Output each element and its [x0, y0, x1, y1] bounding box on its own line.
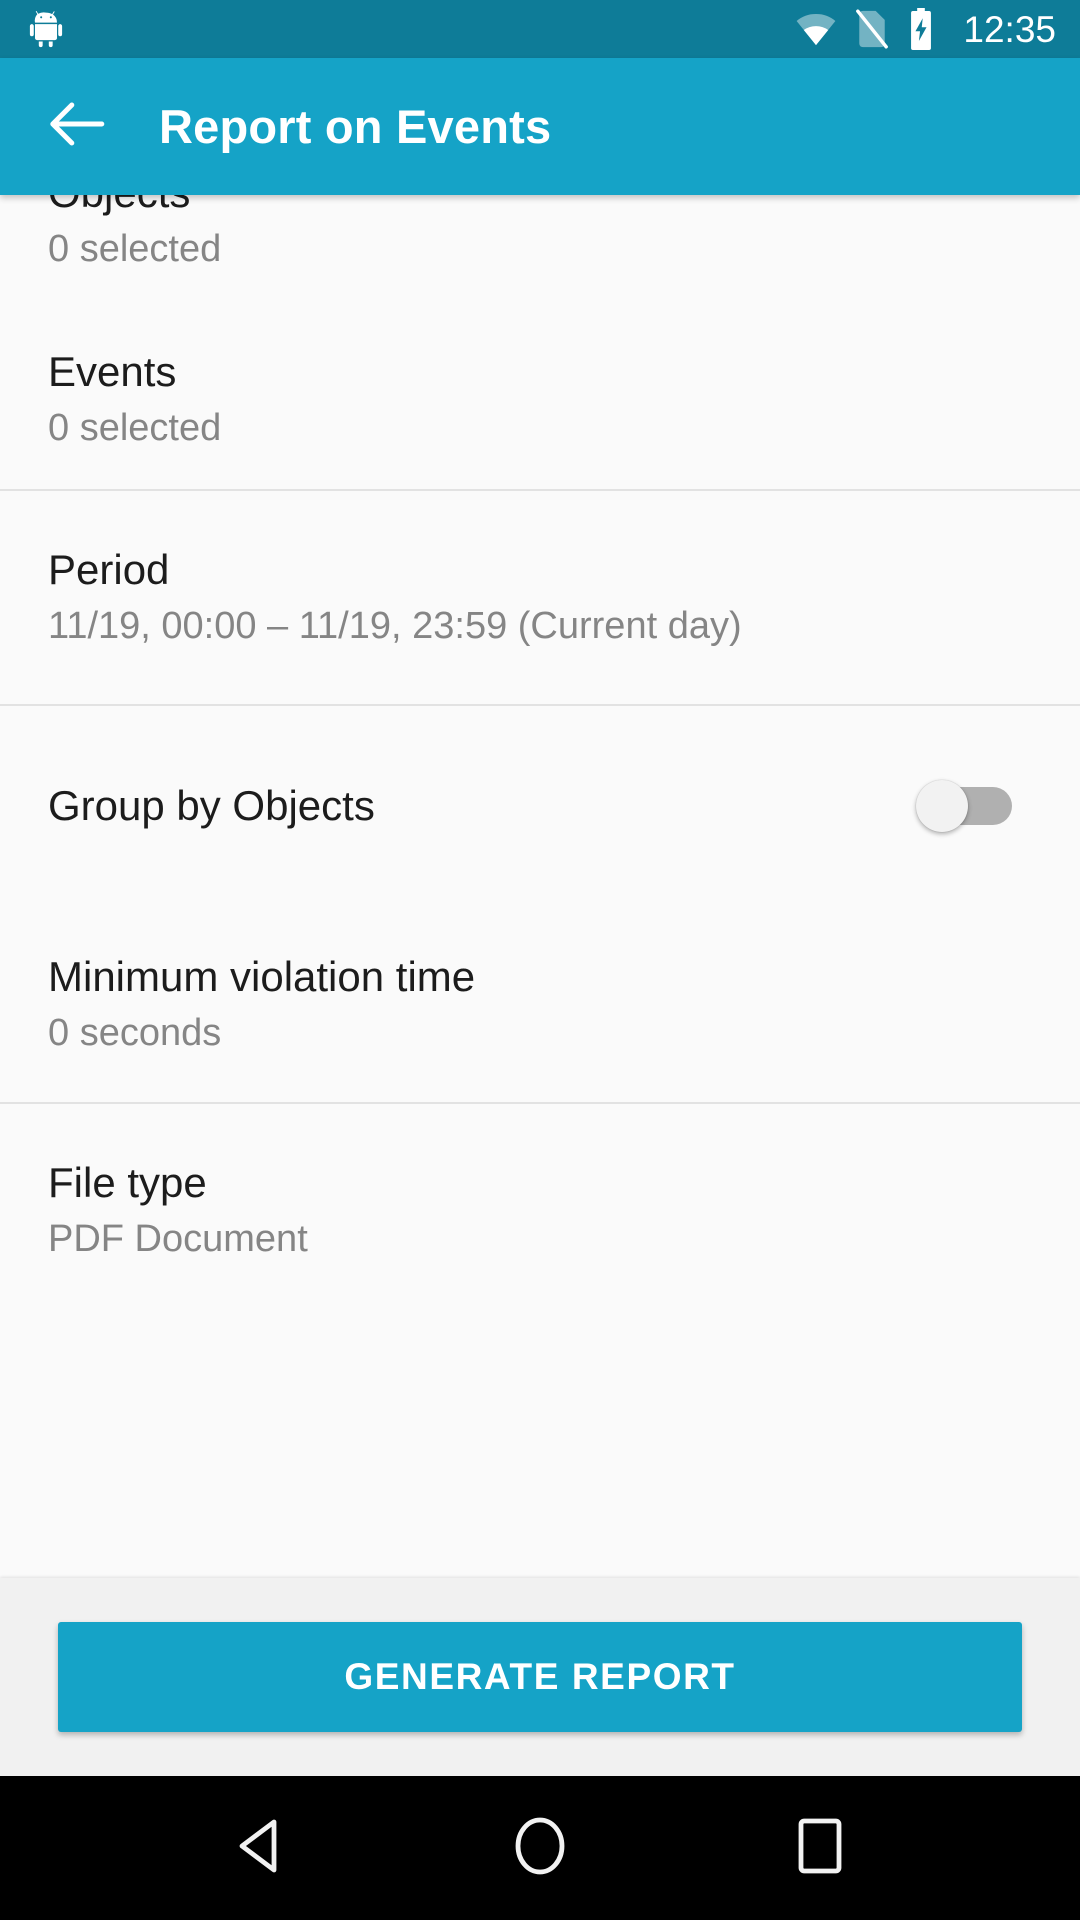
settings-row-objects[interactable]: Objects 0 selected — [0, 195, 1080, 310]
row-title-period: Period — [48, 546, 170, 594]
status-bar-clock: 12:35 — [963, 8, 1056, 50]
row-title-group-by-objects: Group by Objects — [48, 782, 375, 830]
nav-home-icon — [514, 1816, 566, 1881]
nav-back-button[interactable] — [212, 1800, 308, 1896]
battery-charging-icon — [907, 8, 935, 50]
row-subtitle-period: 11/19, 00:00 – 11/19, 23:59 (Current day… — [48, 605, 742, 648]
android-robot-icon — [26, 9, 66, 49]
nav-back-icon — [234, 1818, 286, 1879]
action-bar: GENERATE REPORT — [0, 1578, 1080, 1776]
row-subtitle-events: 0 selected — [48, 407, 222, 450]
settings-row-group-by-objects[interactable]: Group by Objects — [0, 706, 1080, 906]
wifi-icon — [795, 12, 837, 46]
phone-screen: 12:35 Report on Events Objects 0 selecte… — [0, 0, 1080, 1920]
nav-home-button[interactable] — [492, 1800, 588, 1896]
arrow-left-icon — [49, 101, 105, 152]
row-subtitle-minimum-violation-time: 0 seconds — [48, 1011, 222, 1054]
settings-list: Objects 0 selected Events 0 selected — [0, 195, 1080, 1317]
back-button[interactable] — [46, 96, 108, 158]
no-sim-card-icon — [855, 9, 889, 49]
group-by-objects-toggle[interactable] — [916, 780, 1012, 832]
app-bar: Report on Events — [0, 58, 1080, 195]
generate-report-button[interactable]: GENERATE REPORT — [58, 1622, 1022, 1732]
row-title-objects: Objects — [48, 195, 221, 216]
row-title-events: Events — [48, 348, 177, 396]
toggle-thumb — [916, 780, 968, 832]
status-bar-system-icons: 12:35 — [795, 8, 1056, 50]
settings-row-events[interactable]: Events 0 selected — [0, 310, 1080, 489]
page-title: Report on Events — [159, 100, 552, 153]
settings-row-file-type[interactable]: File type PDF Document — [0, 1104, 1080, 1317]
status-bar: 12:35 — [0, 0, 1080, 58]
row-title-file-type: File type — [48, 1159, 207, 1207]
row-subtitle-file-type: PDF Document — [48, 1218, 308, 1261]
row-subtitle-objects: 0 selected — [48, 228, 222, 271]
nav-recents-icon — [797, 1817, 843, 1880]
settings-row-period[interactable]: Period 11/19, 00:00 – 11/19, 23:59 (Curr… — [0, 491, 1080, 704]
status-bar-notifications — [26, 9, 795, 49]
nav-recents-button[interactable] — [772, 1800, 868, 1896]
row-title-minimum-violation-time: Minimum violation time — [48, 952, 476, 1000]
navigation-bar — [0, 1776, 1080, 1920]
settings-scroll-container[interactable]: Objects 0 selected Events 0 selected — [0, 195, 1080, 1578]
settings-row-minimum-violation-time[interactable]: Minimum violation time 0 seconds — [0, 906, 1080, 1102]
